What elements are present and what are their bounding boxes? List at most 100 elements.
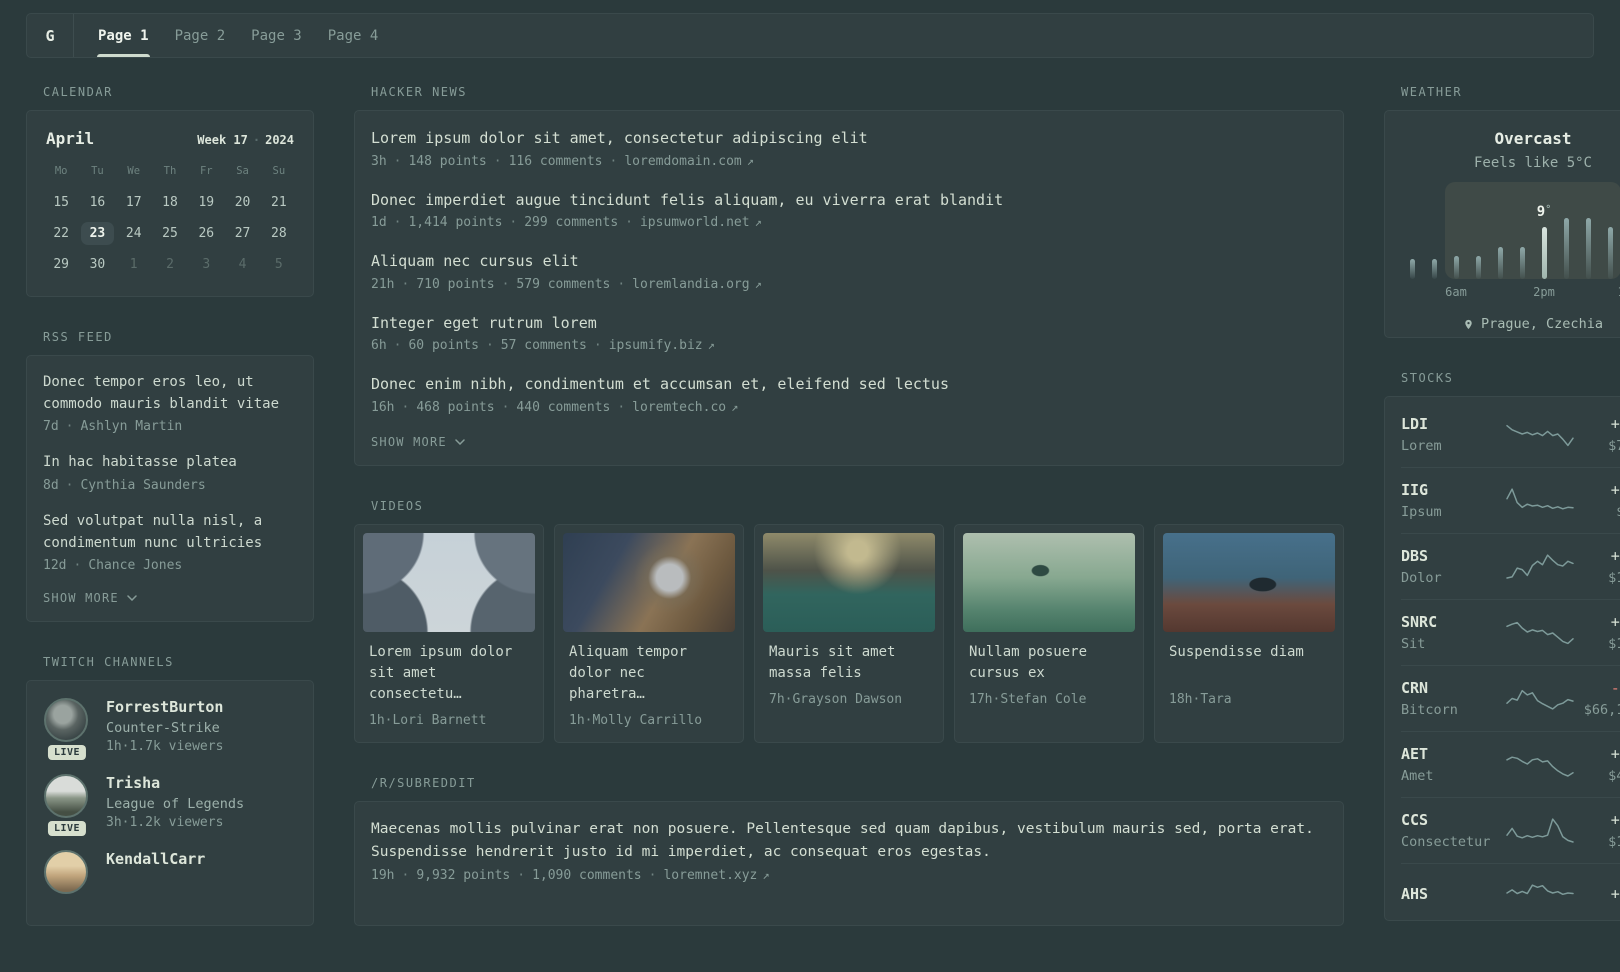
stock-row[interactable]: DBS Dolor +1.42% $156.28 xyxy=(1401,533,1620,599)
separator-dot: · xyxy=(121,739,130,755)
rss-item: Sed volutpat nulla nisl, a condimentum n… xyxy=(43,511,297,573)
video-author[interactable]: Lori Barnett xyxy=(392,713,486,728)
calendar-weekday: Mo xyxy=(54,165,68,177)
stock-symbol[interactable]: IIG xyxy=(1401,481,1502,499)
video-author[interactable]: Stefan Cole xyxy=(1000,692,1086,707)
stock-change: +1.42% xyxy=(1610,547,1620,565)
separator-dot: · xyxy=(593,338,602,353)
calendar-weekday: Fr xyxy=(199,165,213,177)
stock-symbol[interactable]: DBS xyxy=(1401,547,1502,565)
weather-hourly-chart: 9° xyxy=(1401,182,1620,279)
hackernews-item-title[interactable]: Donec imperdiet augue tincidunt felis al… xyxy=(371,189,1327,212)
separator-dot: · xyxy=(501,276,510,292)
subreddit-post-domain[interactable]: loremnet.xyz xyxy=(663,868,757,883)
calendar-day: 27 xyxy=(234,226,251,241)
stock-symbol[interactable]: AET xyxy=(1401,745,1502,763)
hackernews-item-domain[interactable]: loremdomain.com xyxy=(624,154,741,169)
hackernews-item-domain[interactable]: loremlandia.org xyxy=(632,277,749,292)
avatar[interactable] xyxy=(44,698,88,743)
nav-tab[interactable]: Page 4 xyxy=(315,14,392,57)
weather-bar-slot xyxy=(1423,259,1445,279)
nav-tab[interactable]: Page 2 xyxy=(162,14,239,57)
hackernews-item-title[interactable]: Lorem ipsum dolor sit amet, consectetur … xyxy=(371,127,1327,150)
stock-row[interactable]: LDI Lorem +4.35% $795.18 xyxy=(1401,402,1620,467)
hackernews-item-title[interactable]: Aliquam nec cursus elit xyxy=(371,250,1327,273)
sparkline-chart xyxy=(1505,755,1574,777)
video-author[interactable]: Grayson Dawson xyxy=(792,692,902,707)
stock-row[interactable]: SNRC Sit +1.36% $148.64 xyxy=(1401,599,1620,665)
stock-symbol[interactable]: SNRC xyxy=(1401,613,1502,631)
weather-location-row: Prague, Czechia xyxy=(1401,316,1620,332)
hackernews-item-domain[interactable]: ipsumworld.net xyxy=(640,215,750,230)
twitch-channel-row[interactable]: LIVE ForrestBurton Counter-Strike 1h·1.7… xyxy=(43,697,297,761)
show-more-button[interactable]: SHOW MORE xyxy=(371,435,1327,449)
avatar[interactable] xyxy=(44,850,88,895)
nav-tab[interactable]: Page 1 xyxy=(85,14,162,57)
hackernews-item-title[interactable]: Integer eget rutrum lorem xyxy=(371,312,1327,335)
stock-symbol[interactable]: LDI xyxy=(1401,415,1502,433)
rss-item-title[interactable]: Sed volutpat nulla nisl, a condimentum n… xyxy=(43,511,297,554)
stock-sparkline-cell xyxy=(1502,550,1578,584)
twitch-channel-name[interactable]: ForrestBurton xyxy=(106,698,223,716)
calendar-day: 22 xyxy=(53,226,69,241)
rss-item-title[interactable]: Donec tempor eros leo, ut commodo mauris… xyxy=(43,372,297,415)
hackernews-item-title[interactable]: Donec enim nibh, condimentum et accumsan… xyxy=(371,373,1327,396)
weather-feels-like: Feels like 5°C xyxy=(1473,155,1592,171)
hackernews-item-domain[interactable]: ipsumify.biz xyxy=(609,338,703,353)
weather-location: Prague, Czechia xyxy=(1481,316,1603,332)
calendar-day: 24 xyxy=(125,226,142,241)
video-thumbnail[interactable] xyxy=(763,532,935,632)
live-badge: LIVE xyxy=(47,745,87,761)
video-author[interactable]: Tara xyxy=(1200,692,1231,707)
subreddit-post-title[interactable]: Maecenas mollis pulvinar erat non posuer… xyxy=(371,818,1327,865)
video-title[interactable]: Lorem ipsum dolor sit amet consectetu… xyxy=(363,642,535,705)
weather-bar xyxy=(1607,227,1613,279)
hackernews-item-domain[interactable]: loremtech.co xyxy=(632,400,726,415)
video-author[interactable]: Molly Carrillo xyxy=(592,713,702,728)
right-column: WEATHER Overcast Feels like 5°C 9° 6am 2… xyxy=(1384,85,1620,959)
stock-id: SNRC Sit xyxy=(1401,613,1502,652)
app-logo[interactable]: G xyxy=(27,14,74,57)
weather-section: WEATHER Overcast Feels like 5°C 9° 6am 2… xyxy=(1384,85,1620,338)
stock-symbol[interactable]: AHS xyxy=(1401,885,1502,903)
twitch-channel-row[interactable]: LIVE Trisha League of Legends 3h·1.2k vi… xyxy=(43,773,297,837)
twitch-channel-name[interactable]: Trisha xyxy=(106,774,244,792)
twitch-channel-game[interactable]: Counter-Strike xyxy=(106,720,223,736)
stocks-widget: LDI Lorem +4.35% $795.18 IIG Ipsum +2.84… xyxy=(1384,396,1620,921)
stock-row[interactable]: CCS Consectetur +0.51% $165.84 xyxy=(1401,797,1620,863)
calendar-day: 15 xyxy=(53,195,69,210)
weather-bar-current xyxy=(1541,227,1547,279)
section-title-rss: RSS FEED xyxy=(43,330,113,344)
stock-row[interactable]: IIG Ipsum +2.84% $42.04 xyxy=(1401,467,1620,533)
video-thumbnail[interactable] xyxy=(1163,532,1335,632)
twitch-channel-name[interactable]: KendallCarr xyxy=(106,850,205,868)
stock-row[interactable]: AET Amet +0.92% $499.72 xyxy=(1401,731,1620,797)
stock-row[interactable]: CRN Bitcorn -1.00% $66,171.48 xyxy=(1401,665,1620,731)
stocks-section: STOCKS LDI Lorem +4.35% $795.18 IIG Ipsu… xyxy=(1384,371,1620,921)
video-title[interactable]: Aliquam tempor dolor nec pharetra… xyxy=(563,642,735,705)
nav-tab[interactable]: Page 3 xyxy=(238,14,315,57)
stock-price: $148.64 xyxy=(1608,636,1620,652)
video-thumbnail[interactable] xyxy=(563,532,735,632)
weather-axis-label: 2pm xyxy=(1533,285,1555,299)
twitch-channel-row[interactable]: KendallCarr xyxy=(43,849,297,895)
video-title[interactable]: Suspendisse diam xyxy=(1163,642,1335,684)
hackernews-section: HACKER NEWS Lorem ipsum dolor sit amet, … xyxy=(354,85,1344,466)
external-link-icon: ↗ xyxy=(707,338,715,352)
video-thumbnail[interactable] xyxy=(963,532,1135,632)
stock-symbol[interactable]: CCS xyxy=(1401,811,1502,829)
video-title[interactable]: Nullam posuere cursus ex xyxy=(963,642,1135,684)
twitch-channel-game[interactable]: League of Legends xyxy=(106,796,244,812)
external-link-icon: ↗ xyxy=(754,215,762,229)
avatar[interactable] xyxy=(44,774,88,819)
video-thumbnail[interactable] xyxy=(363,532,535,632)
stock-name: Bitcorn xyxy=(1401,702,1458,718)
calendar-week-year: Week 17 · 2024 xyxy=(197,133,294,147)
show-more-button[interactable]: SHOW MORE xyxy=(43,591,297,605)
separator-dot: · xyxy=(393,153,402,169)
video-title[interactable]: Mauris sit amet massa felis xyxy=(763,642,935,684)
hackernews-item-meta: 16h · 468 points · 440 comments · loremtech.co… xyxy=(371,399,739,415)
rss-item-title[interactable]: In hac habitasse platea xyxy=(43,452,297,474)
stock-symbol[interactable]: CRN xyxy=(1401,679,1502,697)
stock-row[interactable]: AHS +0.46% xyxy=(1401,863,1620,920)
